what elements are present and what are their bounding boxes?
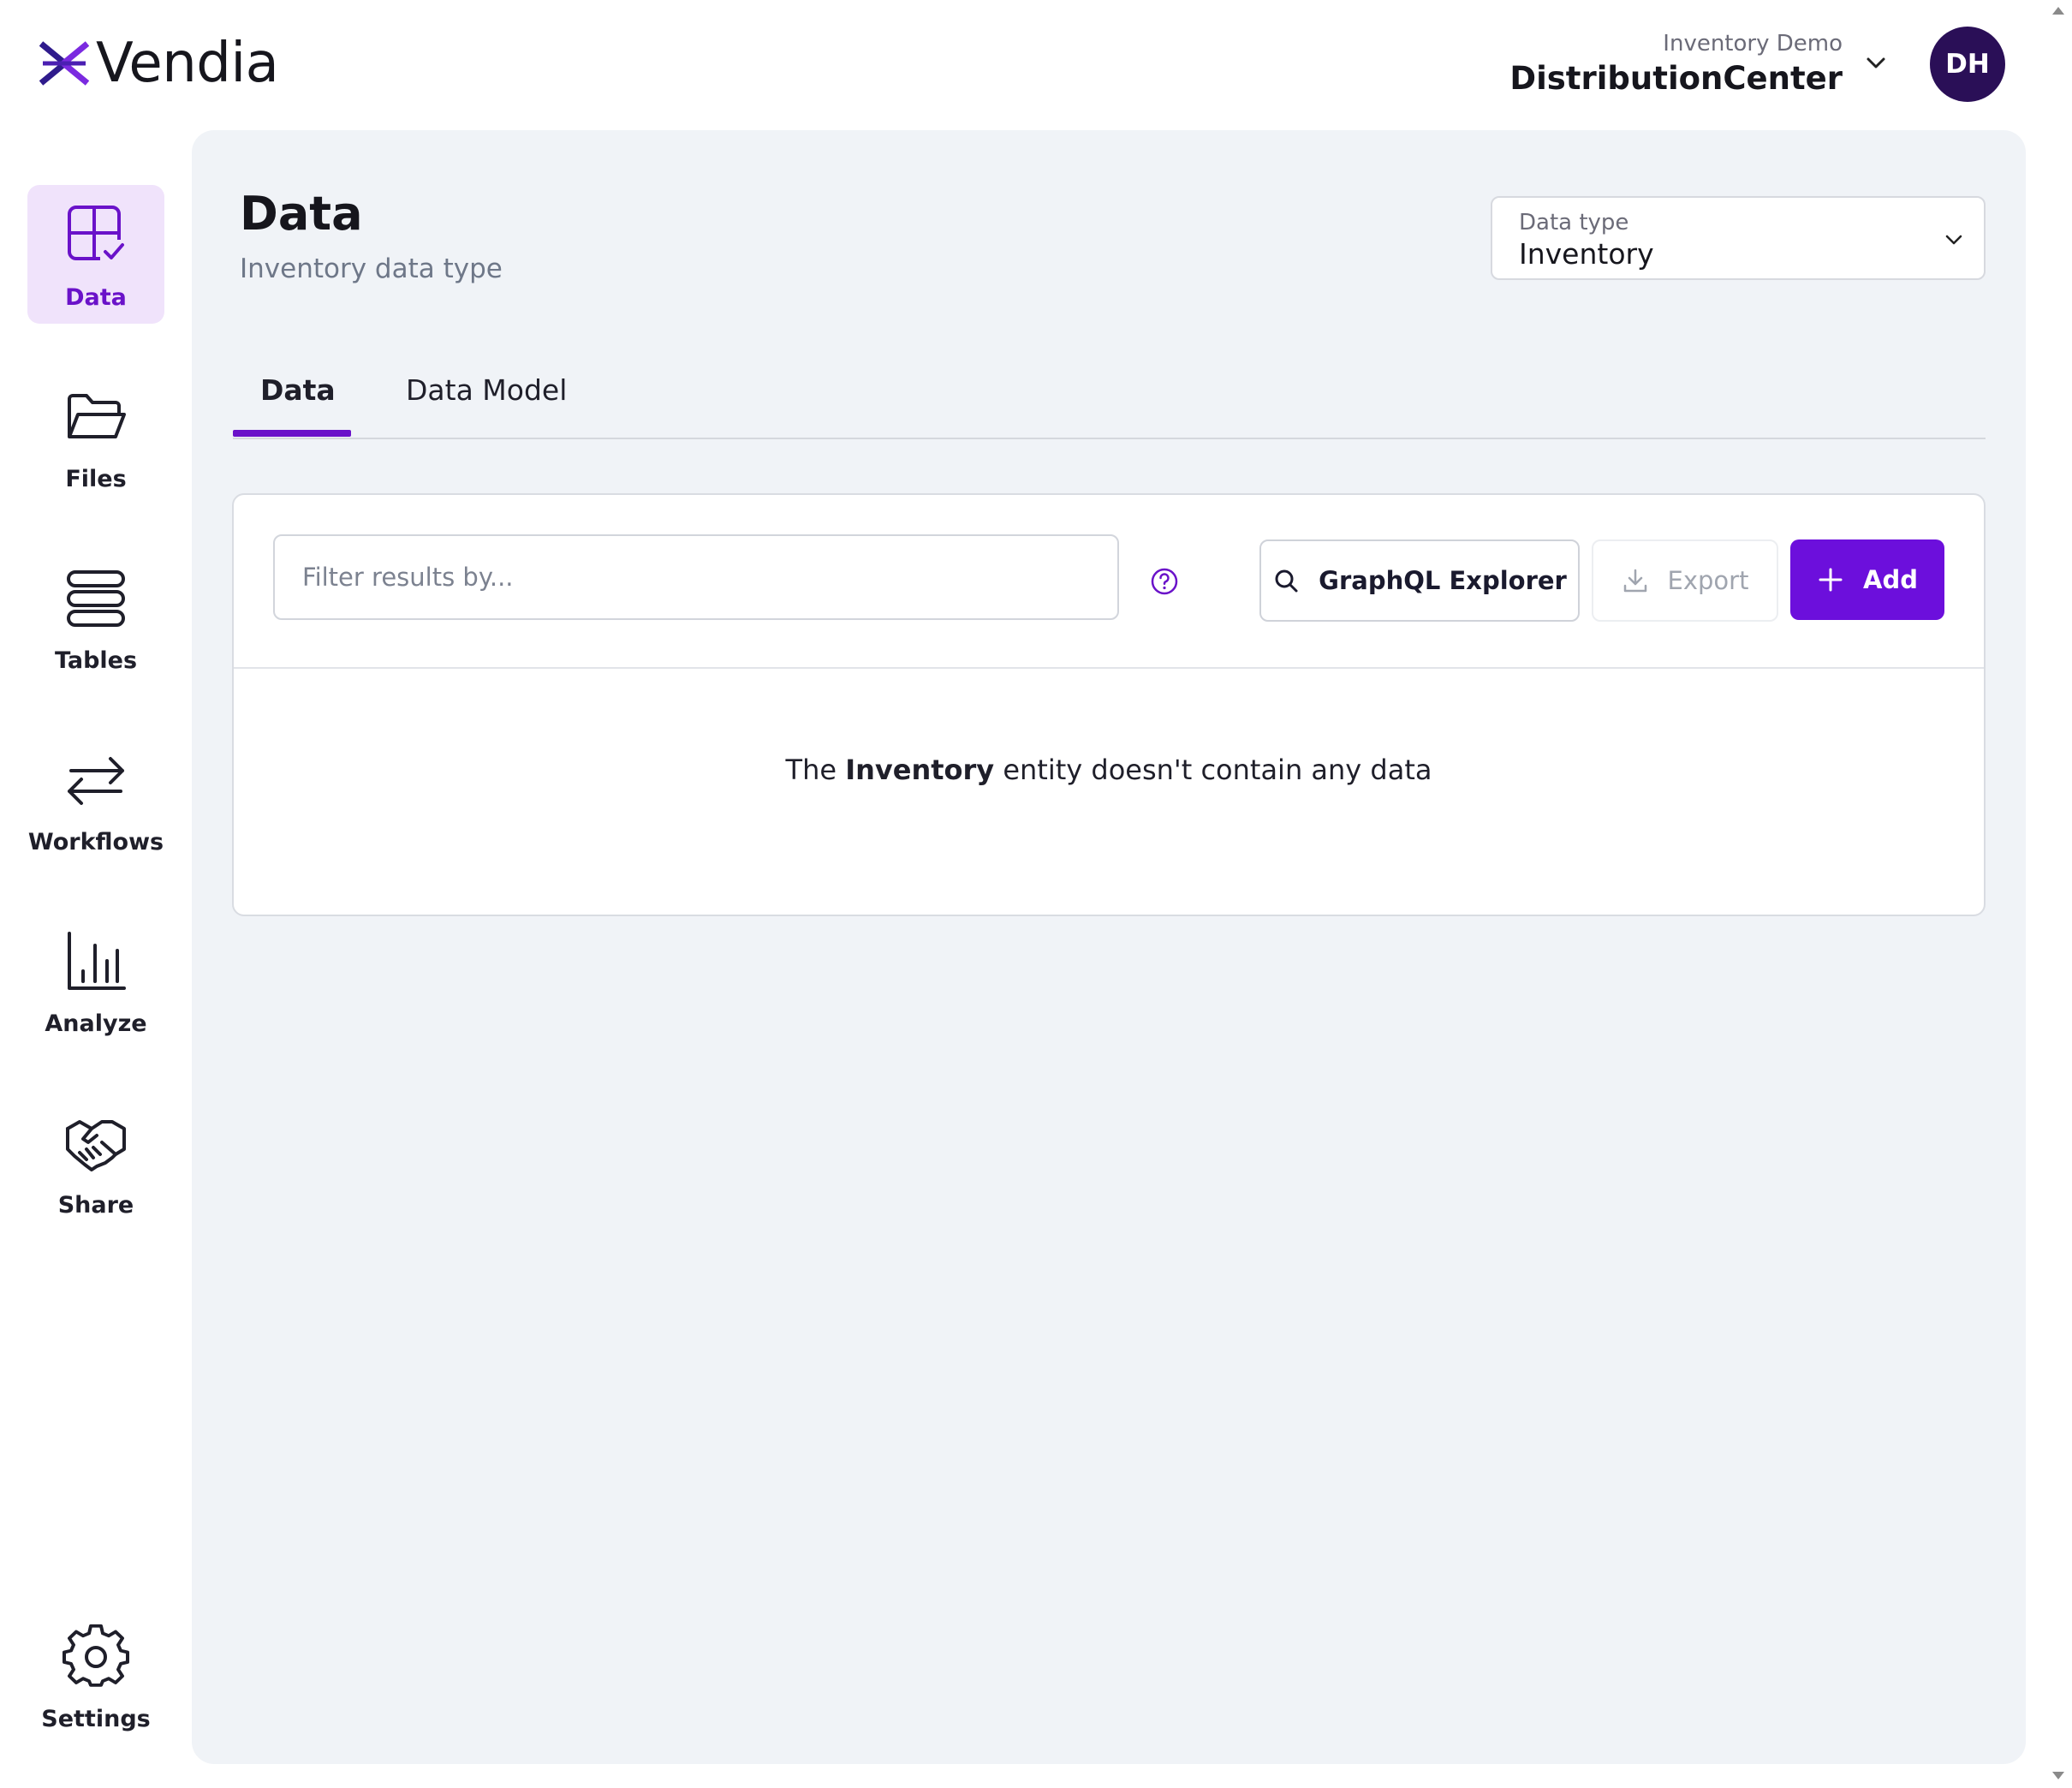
sidebar-item-label: Files xyxy=(65,466,127,492)
data-card: GraphQL Explorer Export Add The Inventor… xyxy=(232,493,1986,916)
empty-suffix: entity doesn't contain any data xyxy=(1003,754,1432,786)
org-subtitle: Inventory Demo xyxy=(1663,31,1843,57)
folder-icon xyxy=(68,394,126,438)
active-tab-indicator xyxy=(233,430,351,437)
sidebar-item-label: Tables xyxy=(54,647,138,674)
graphql-explorer-button[interactable]: GraphQL Explorer xyxy=(1259,539,1580,622)
data-grid-check-icon xyxy=(68,206,126,262)
chevron-down-icon xyxy=(1945,235,1962,245)
export-button[interactable]: Export xyxy=(1592,539,1778,622)
sidebar-item-label: Analyze xyxy=(45,1010,147,1037)
chevron-down-icon[interactable] xyxy=(1863,53,1889,74)
sidebar-item-files[interactable]: Files xyxy=(27,367,164,505)
sidebar-item-label: Share xyxy=(57,1192,134,1219)
scroll-up-arrow-icon[interactable] xyxy=(2050,3,2067,17)
empty-prefix: The xyxy=(785,754,837,786)
page-subtitle: Inventory data type xyxy=(240,253,503,284)
sidebar-item-data[interactable]: Data xyxy=(27,185,164,324)
sidebar-item-label: Settings xyxy=(41,1706,151,1732)
data-type-value: Inventory xyxy=(1519,237,1654,271)
org-name: DistributionCenter xyxy=(1509,60,1843,97)
add-label: Add xyxy=(1863,565,1918,594)
tab-data[interactable]: Data xyxy=(260,373,336,407)
page-title: Data xyxy=(240,187,363,241)
help-icon[interactable] xyxy=(1150,567,1179,596)
sidebar-item-label: Data xyxy=(65,284,127,311)
tab-data-model[interactable]: Data Model xyxy=(406,373,567,407)
sidebar-item-share[interactable]: Share xyxy=(27,1093,164,1231)
empty-entity-name: Inventory xyxy=(845,754,995,786)
scroll-down-arrow-icon[interactable] xyxy=(2050,1769,2067,1783)
plus-icon xyxy=(1819,568,1843,592)
avatar[interactable]: DH xyxy=(1930,27,2005,102)
sidebar-item-label: Workflows xyxy=(27,829,164,855)
add-button[interactable]: Add xyxy=(1790,539,1944,620)
bar-chart-icon xyxy=(68,932,126,990)
arrows-exchange-icon xyxy=(68,757,124,805)
graphql-explorer-label: GraphQL Explorer xyxy=(1319,566,1567,595)
vendia-logo[interactable]: Vendia xyxy=(39,32,279,95)
card-divider xyxy=(234,667,1984,669)
tables-stack-icon xyxy=(67,570,125,627)
data-type-label: Data type xyxy=(1519,210,1629,235)
sidebar-item-tables[interactable]: Tables xyxy=(27,548,164,687)
sidebar-item-workflows[interactable]: Workflows xyxy=(27,730,164,868)
org-switcher[interactable]: Inventory Demo DistributionCenter xyxy=(1509,29,1843,99)
download-icon xyxy=(1623,569,1646,593)
logo-text: Vendia xyxy=(96,32,279,95)
sidebar-item-settings[interactable]: Settings xyxy=(27,1606,164,1745)
empty-state-message: The Inventory entity doesn't contain any… xyxy=(234,754,1984,786)
search-icon xyxy=(1275,569,1298,593)
handshake-icon xyxy=(66,1120,126,1171)
data-type-select[interactable]: Data type Inventory xyxy=(1491,196,1986,280)
sidebar-item-analyze[interactable]: Analyze xyxy=(27,911,164,1050)
gear-icon xyxy=(63,1624,129,1687)
export-label: Export xyxy=(1667,566,1749,595)
filter-input[interactable] xyxy=(273,534,1119,620)
tabs-divider xyxy=(233,438,1986,439)
vendia-logo-icon xyxy=(39,41,89,86)
